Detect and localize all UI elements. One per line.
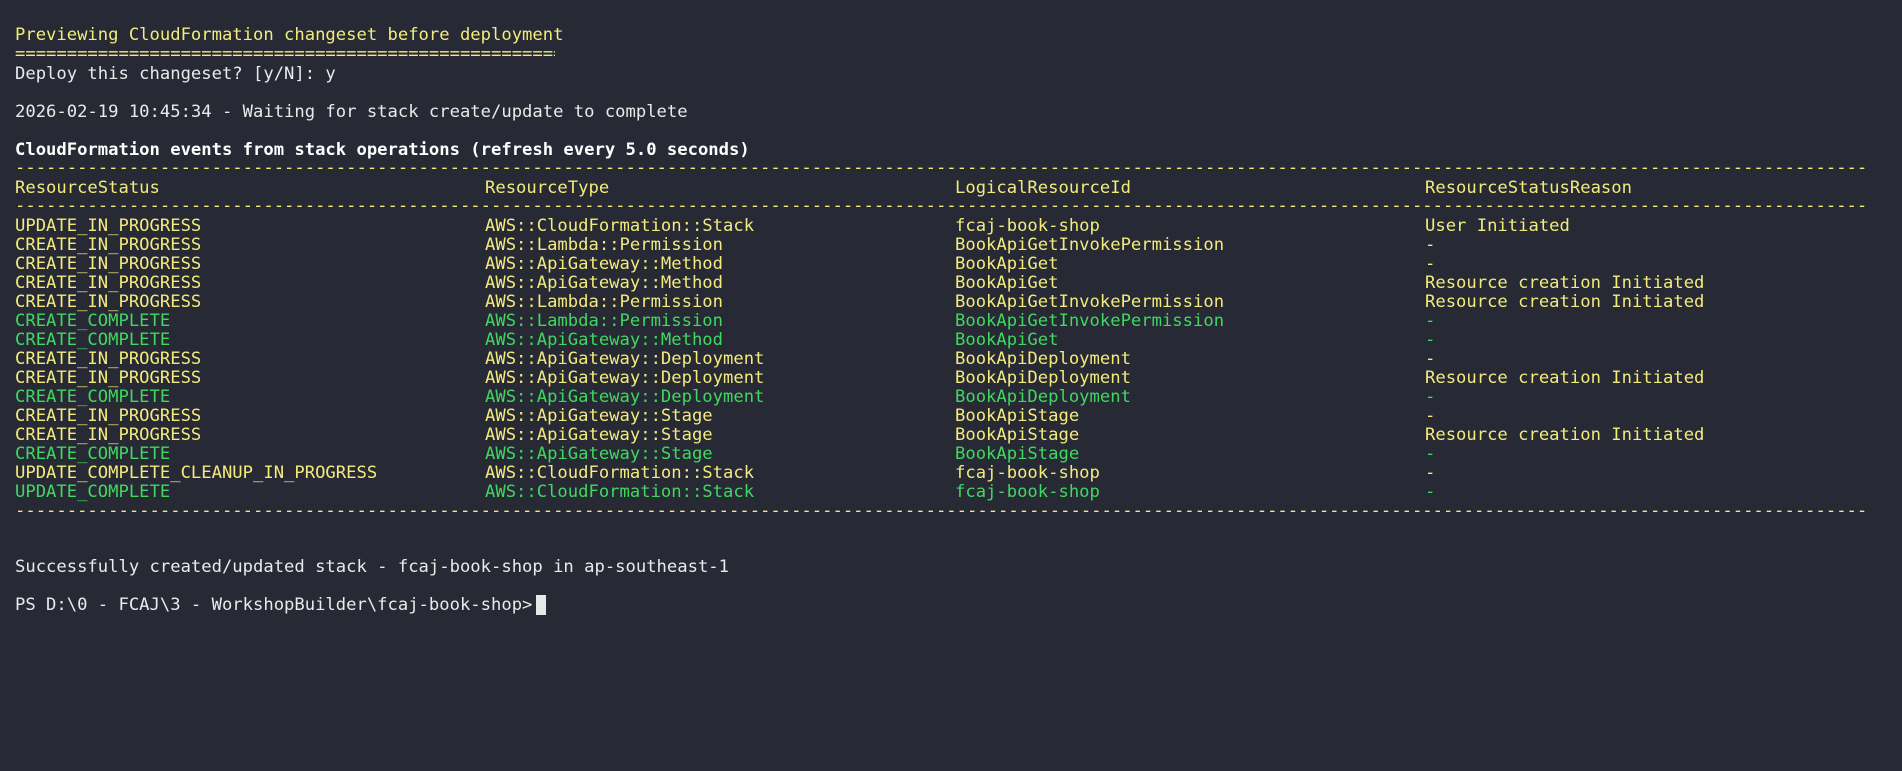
success-message: Successfully created/updated stack - fca… <box>15 557 729 577</box>
terminal-window[interactable]: Previewing CloudFormation changeset befo… <box>0 0 1902 771</box>
waiting-message: 2026-02-19 10:45:34 - Waiting for stack … <box>15 102 688 122</box>
shell-prompt: PS D:\0 - FCAJ\3 - WorkshopBuilder\fcaj-… <box>15 595 533 615</box>
deploy-prompt: Deploy this changeset? [y/N]: y <box>15 64 336 84</box>
table-bottom-rule: ----------------------------------------… <box>15 501 1865 521</box>
text-cursor <box>536 595 547 615</box>
shell-prompt-line[interactable]: PS D:\0 - FCAJ\3 - WorkshopBuilder\fcaj-… <box>15 594 547 617</box>
